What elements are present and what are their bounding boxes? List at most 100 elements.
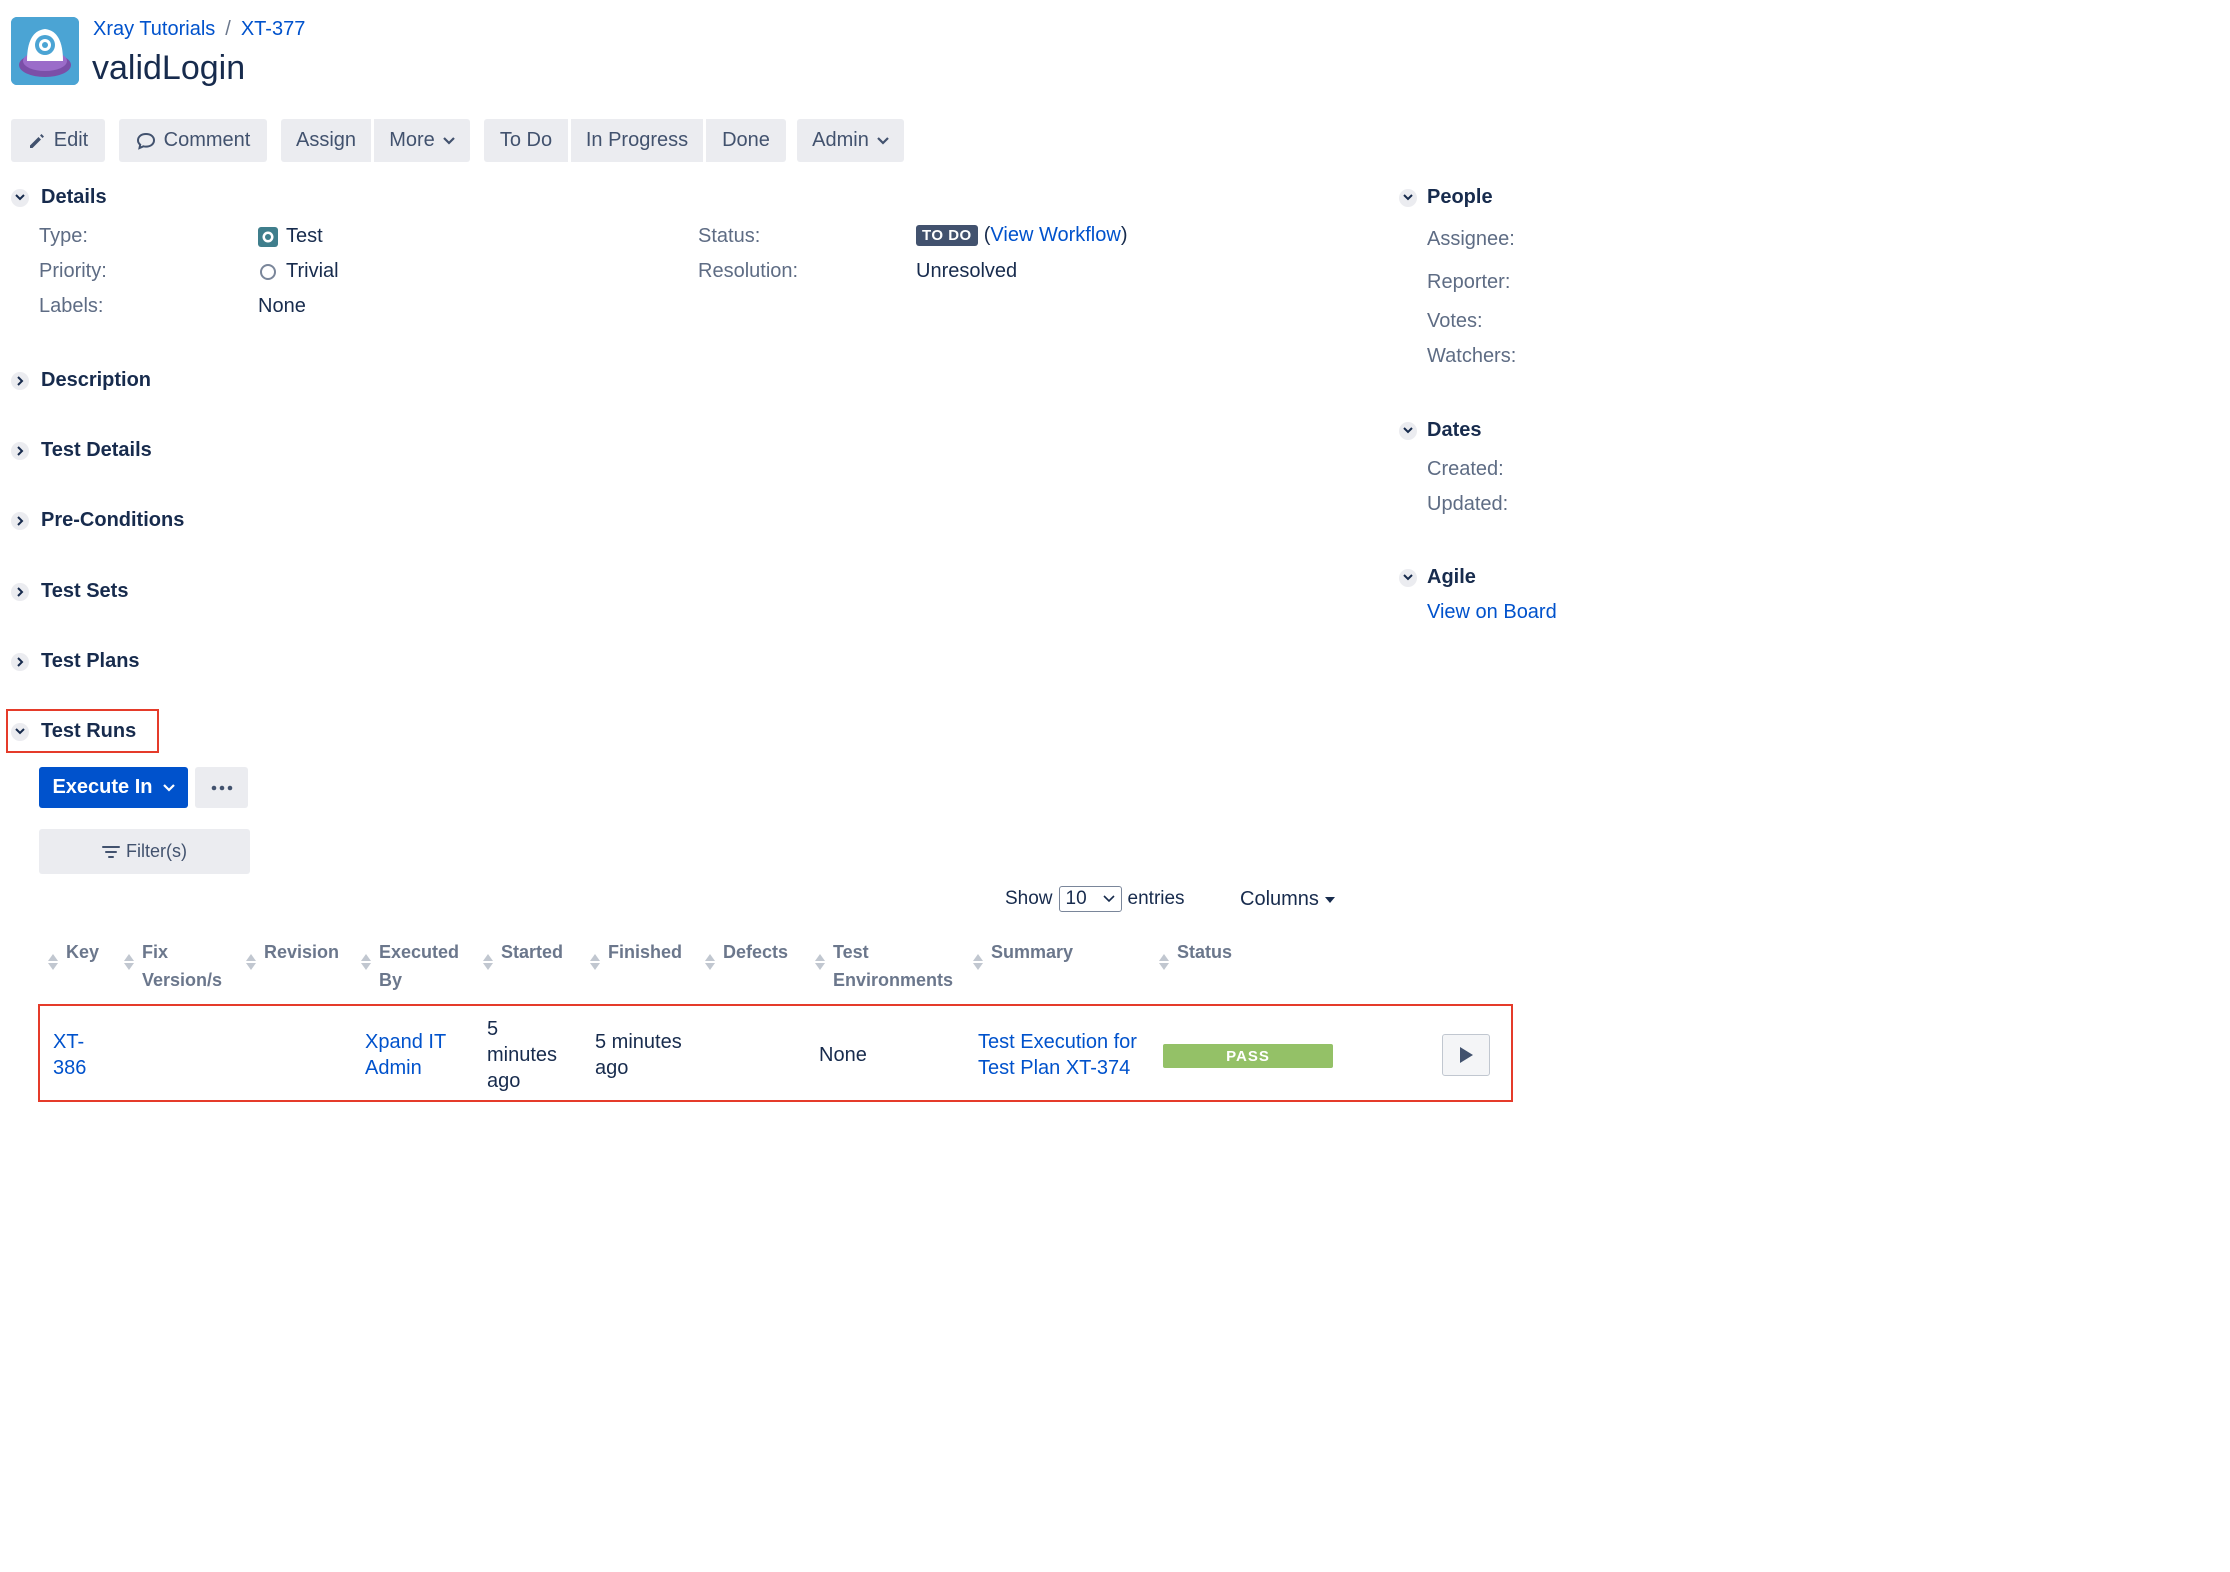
status-value: TO DO ( View Workflow ): [916, 224, 1128, 247]
labels-label: Labels:: [39, 295, 104, 317]
sort-icon: [815, 954, 825, 994]
sort-icon: [590, 954, 600, 970]
comment-icon: [136, 132, 155, 150]
sort-icon: [246, 954, 256, 970]
done-transition-button[interactable]: Done: [706, 119, 786, 162]
people-section-toggle[interactable]: People: [1399, 186, 1493, 209]
column-header-status[interactable]: Status: [1159, 938, 1232, 970]
column-header-fix-versions[interactable]: Fix Version/s: [124, 938, 222, 994]
execute-in-label: Execute In: [52, 776, 153, 798]
column-header-status-label: Status: [1177, 942, 1233, 962]
test-details-section-toggle[interactable]: Test Details: [11, 439, 152, 462]
chevron-right-icon: [11, 441, 29, 460]
status-badge: PASS: [1163, 1044, 1333, 1068]
started-line1: 5: [487, 1018, 499, 1040]
column-header-key[interactable]: Key: [48, 938, 99, 970]
agile-heading: Agile: [1427, 566, 1476, 588]
labels-value: None: [258, 295, 306, 317]
more-dropdown[interactable]: More: [374, 119, 470, 162]
column-header-defects[interactable]: Defects: [705, 938, 788, 970]
admin-dropdown[interactable]: Admin: [797, 119, 904, 162]
resolution-value: Unresolved: [916, 260, 1018, 282]
resolution-label: Resolution:: [698, 260, 799, 282]
show-entries-control: Show 10 entries: [1005, 886, 1185, 912]
executed-by-line1: Xpand IT: [365, 1031, 447, 1053]
columns-dropdown[interactable]: Columns: [1240, 888, 1335, 911]
sort-icon: [361, 954, 371, 994]
admin-dropdown-label: Admin: [812, 129, 869, 151]
reporter-label: Reporter:: [1427, 271, 1511, 293]
sort-icon: [705, 954, 715, 970]
column-header-test-environments[interactable]: Test Environments: [815, 938, 953, 994]
breadcrumb-project-link[interactable]: Xray Tutorials: [93, 18, 215, 41]
column-header-started-label: Started: [501, 942, 564, 962]
dates-section-toggle[interactable]: Dates: [1399, 419, 1481, 442]
column-header-fix-versions-line2: Version/s: [142, 970, 223, 990]
chevron-down-icon: [877, 136, 889, 145]
comment-button-label: Comment: [163, 129, 251, 151]
description-section-toggle[interactable]: Description: [11, 369, 151, 392]
column-header-executed-by-line1: Executed: [379, 942, 460, 962]
todo-transition-button[interactable]: To Do: [484, 119, 568, 162]
view-workflow-link[interactable]: View Workflow: [990, 224, 1120, 247]
watchers-label: Watchers:: [1427, 345, 1517, 367]
test-environments-cell: None: [819, 1044, 867, 1066]
chevron-down-icon: [11, 188, 29, 207]
execute-test-run-button[interactable]: [1442, 1034, 1490, 1076]
execute-in-button[interactable]: Execute In: [39, 767, 188, 808]
chevron-down-icon: [162, 783, 175, 792]
pre-conditions-heading: Pre-Conditions: [41, 509, 185, 531]
chevron-down-icon: [1399, 421, 1417, 440]
chevron-right-icon: [11, 371, 29, 390]
details-section-toggle[interactable]: Details: [11, 186, 107, 209]
caret-down-icon: [1324, 896, 1335, 903]
executed-by-link[interactable]: Xpand IT Admin: [365, 1029, 446, 1081]
column-header-revision-label: Revision: [264, 942, 340, 962]
xray-robot-icon: [11, 17, 79, 85]
view-on-board-link[interactable]: View on Board: [1427, 601, 1557, 624]
entries-label: entries: [1127, 888, 1185, 909]
breadcrumb-issue-link[interactable]: XT-377: [241, 18, 305, 41]
in-progress-transition-button[interactable]: In Progress: [571, 119, 703, 162]
column-header-revision[interactable]: Revision: [246, 938, 339, 970]
filter-icon: [102, 845, 120, 858]
column-header-executed-by[interactable]: Executed By: [361, 938, 459, 994]
in-progress-transition-label: In Progress: [585, 129, 689, 151]
assign-button-label: Assign: [295, 129, 357, 151]
pre-conditions-section-toggle[interactable]: Pre-Conditions: [11, 509, 184, 532]
project-avatar[interactable]: [11, 17, 79, 85]
test-plans-section-toggle[interactable]: Test Plans: [11, 650, 140, 673]
column-header-defects-label: Defects: [723, 942, 789, 962]
column-header-started[interactable]: Started: [483, 938, 563, 970]
entries-select[interactable]: 10: [1058, 886, 1122, 912]
column-header-fix-versions-line1: Fix: [142, 942, 169, 962]
edit-button[interactable]: Edit: [11, 119, 105, 162]
chevron-down-icon: [1399, 188, 1417, 207]
test-runs-section-toggle[interactable]: Test Runs: [11, 720, 136, 743]
people-heading: People: [1427, 186, 1493, 208]
sort-icon: [483, 954, 493, 970]
status-lozenge: TO DO: [916, 225, 978, 246]
view-workflow-close-paren: ): [1120, 224, 1128, 246]
test-sets-heading: Test Sets: [41, 580, 129, 602]
description-heading: Description: [41, 369, 152, 391]
columns-label: Columns: [1240, 888, 1319, 910]
summary-link[interactable]: Test Execution for Test Plan XT-374: [978, 1029, 1137, 1081]
assign-button[interactable]: Assign: [281, 119, 371, 162]
filters-button[interactable]: Filter(s): [39, 829, 250, 874]
test-sets-section-toggle[interactable]: Test Sets: [11, 580, 128, 603]
created-label: Created:: [1427, 458, 1504, 480]
sort-icon: [1159, 954, 1169, 970]
issue-title: validLogin: [92, 49, 246, 87]
priority-value: Trivial: [258, 260, 339, 283]
assignee-label: Assignee:: [1427, 228, 1515, 250]
sort-icon: [48, 954, 58, 970]
executed-by-line2: Admin: [365, 1057, 422, 1079]
comment-button[interactable]: Comment: [119, 119, 267, 162]
column-header-summary[interactable]: Summary: [973, 938, 1073, 970]
column-header-finished[interactable]: Finished: [590, 938, 682, 970]
test-run-key-link[interactable]: XT- 386: [53, 1029, 86, 1081]
agile-section-toggle[interactable]: Agile: [1399, 566, 1476, 589]
ellipsis-icon: [211, 785, 232, 790]
more-actions-button[interactable]: [195, 767, 248, 808]
